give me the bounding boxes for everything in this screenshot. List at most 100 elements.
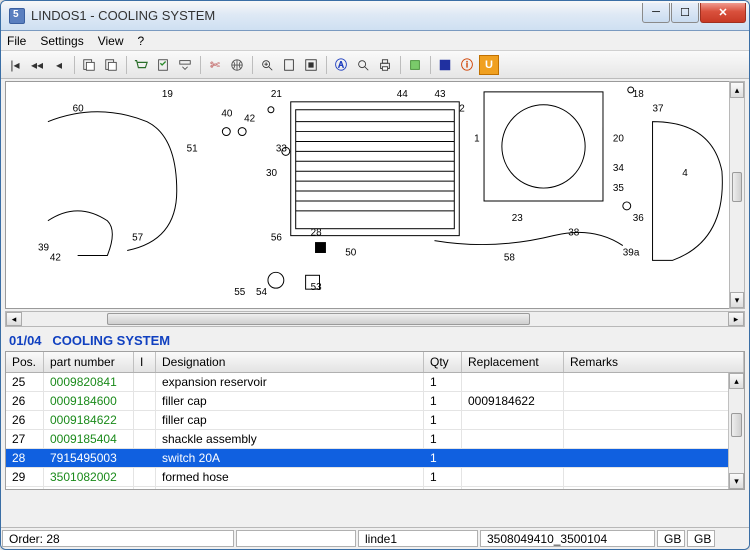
diagram-label[interactable]: 21 <box>271 89 283 100</box>
scroll-thumb[interactable] <box>732 172 742 202</box>
menu-view[interactable]: View <box>98 34 124 48</box>
flag-icon[interactable] <box>435 55 455 75</box>
diagram-label[interactable]: 55 <box>234 287 246 298</box>
diagram-label[interactable]: 50 <box>345 247 357 258</box>
col-pos[interactable]: Pos. <box>6 352 44 372</box>
zoom-in-icon[interactable] <box>257 55 277 75</box>
cell-partnumber[interactable]: 0009185404 <box>44 430 134 448</box>
parts-diagram[interactable]: 6019404221444321182051343523364373839a58… <box>5 81 745 309</box>
diagram-label[interactable]: 54 <box>256 287 268 298</box>
grid-vscrollbar[interactable]: ▴ ▾ <box>728 373 744 489</box>
copy2-icon[interactable] <box>101 55 121 75</box>
diagram-label[interactable]: 42 <box>244 114 256 125</box>
fit-page-icon[interactable] <box>279 55 299 75</box>
cell-partnumber[interactable]: 0009184622 <box>44 411 134 429</box>
minimize-button[interactable]: ─ <box>642 3 670 23</box>
scroll-up-icon[interactable]: ▴ <box>730 82 744 98</box>
diagram-label[interactable]: 39a <box>623 247 640 258</box>
diagram-label[interactable]: 23 <box>512 213 524 224</box>
status-lang1: GB <box>657 530 685 547</box>
col-partnumber[interactable]: part number <box>44 352 134 372</box>
u-button[interactable]: U <box>479 55 499 75</box>
scroll-thumb[interactable] <box>107 313 531 325</box>
diagram-label[interactable]: 39 <box>38 243 50 254</box>
titlebar[interactable]: LINDOS1 - COOLING SYSTEM ─ ☐ ✕ <box>1 1 749 31</box>
section-code: 01/04 <box>9 333 42 348</box>
cell-partnumber[interactable]: 0009820841 <box>44 373 134 391</box>
scroll-right-icon[interactable]: ▸ <box>728 312 744 326</box>
cell-partnumber[interactable]: 3501082002 <box>44 468 134 486</box>
globe-icon[interactable] <box>227 55 247 75</box>
table-row[interactable]: 250009820841expansion reservoir1 <box>6 373 744 392</box>
scroll-left-icon[interactable]: ◂ <box>6 312 22 326</box>
diagram-label[interactable]: 4 <box>682 168 688 179</box>
diagram-label[interactable]: 33 <box>276 143 288 154</box>
col-designation[interactable]: Designation <box>156 352 424 372</box>
annotation-icon[interactable]: Ⓐ <box>331 55 351 75</box>
diagram-label[interactable]: 58 <box>504 252 516 263</box>
diagram-label[interactable]: 40 <box>221 109 233 120</box>
first-icon[interactable]: |◂ <box>5 55 25 75</box>
dropdown-icon[interactable] <box>175 55 195 75</box>
cell-partnumber[interactable]: 0009184600 <box>44 392 134 410</box>
table-row[interactable]: 260009184622filler cap1 <box>6 411 744 430</box>
info-icon[interactable]: ⓘ <box>457 55 477 75</box>
diagram-label[interactable]: 56 <box>271 233 283 244</box>
scroll-down-icon[interactable]: ▾ <box>729 473 744 489</box>
diagram-label[interactable]: 37 <box>653 104 665 115</box>
cell-partnumber[interactable]: 0009552060 <box>44 487 134 489</box>
diagram-label[interactable]: 34 <box>613 163 625 174</box>
diagram-vscrollbar[interactable]: ▴ ▾ <box>729 81 745 309</box>
maximize-button[interactable]: ☐ <box>671 3 699 23</box>
clipboard-icon[interactable] <box>153 55 173 75</box>
diagram-label[interactable]: 35 <box>613 183 625 194</box>
diagram-label[interactable]: 20 <box>613 133 625 144</box>
scroll-up-icon[interactable]: ▴ <box>729 373 744 389</box>
table-row[interactable]: 287915495003switch 20A1 <box>6 449 744 468</box>
search-icon[interactable] <box>353 55 373 75</box>
diagram-label[interactable]: 42 <box>50 252 62 263</box>
actual-size-icon[interactable] <box>301 55 321 75</box>
scroll-track[interactable] <box>22 312 728 326</box>
book-icon[interactable] <box>405 55 425 75</box>
diagram-label[interactable]: 28 <box>311 228 323 239</box>
col-replacement[interactable]: Replacement <box>462 352 564 372</box>
fastback-icon[interactable]: ◂◂ <box>27 55 47 75</box>
col-qty[interactable]: Qty <box>424 352 462 372</box>
diagram-label[interactable]: 51 <box>187 143 199 154</box>
menu-help[interactable]: ? <box>138 34 145 48</box>
table-row[interactable]: 293501082002formed hose1 <box>6 468 744 487</box>
diagram-label[interactable]: 38 <box>568 228 580 239</box>
diagram-label[interactable]: 1 <box>474 133 480 144</box>
diagram-label[interactable]: 19 <box>162 89 174 100</box>
copy-icon[interactable] <box>79 55 99 75</box>
print-icon[interactable] <box>375 55 395 75</box>
scroll-down-icon[interactable]: ▾ <box>730 292 744 308</box>
diagram-label[interactable]: 57 <box>132 233 144 244</box>
col-remarks[interactable]: Remarks <box>564 352 744 372</box>
table-row[interactable]: 260009184600filler cap10009184622 <box>6 392 744 411</box>
scroll-thumb[interactable] <box>731 413 742 437</box>
diagram-label[interactable]: 53 <box>311 282 323 293</box>
cell-i <box>134 411 156 429</box>
diagram-label[interactable]: 18 <box>633 89 645 100</box>
diagram-hscrollbar[interactable]: ◂ ▸ <box>5 311 745 327</box>
menu-settings[interactable]: Settings <box>40 34 83 48</box>
close-button[interactable]: ✕ <box>700 3 746 23</box>
table-row[interactable]: 3000095520601hose clip A32 50x13 W2 DIN … <box>6 487 744 489</box>
diagram-label[interactable]: 36 <box>633 213 645 224</box>
diagram-label[interactable]: 60 <box>73 104 85 115</box>
toolbar: |◂ ◂◂ ◂ ✄ Ⓐ ⓘ U <box>1 51 749 79</box>
table-row[interactable]: 270009185404shackle assembly1 <box>6 430 744 449</box>
diagram-label[interactable]: 30 <box>266 168 278 179</box>
col-i[interactable]: I <box>134 352 156 372</box>
cart-icon[interactable] <box>131 55 151 75</box>
cell-partnumber[interactable]: 7915495003 <box>44 449 134 467</box>
back-icon[interactable]: ◂ <box>49 55 69 75</box>
diagram-label[interactable]: 2 <box>459 104 465 115</box>
cut-icon[interactable]: ✄ <box>205 55 225 75</box>
cell-qty: 1 <box>424 430 462 448</box>
diagram-label[interactable]: 44 <box>397 89 409 100</box>
menu-file[interactable]: File <box>7 34 26 48</box>
diagram-label[interactable]: 43 <box>434 89 446 100</box>
